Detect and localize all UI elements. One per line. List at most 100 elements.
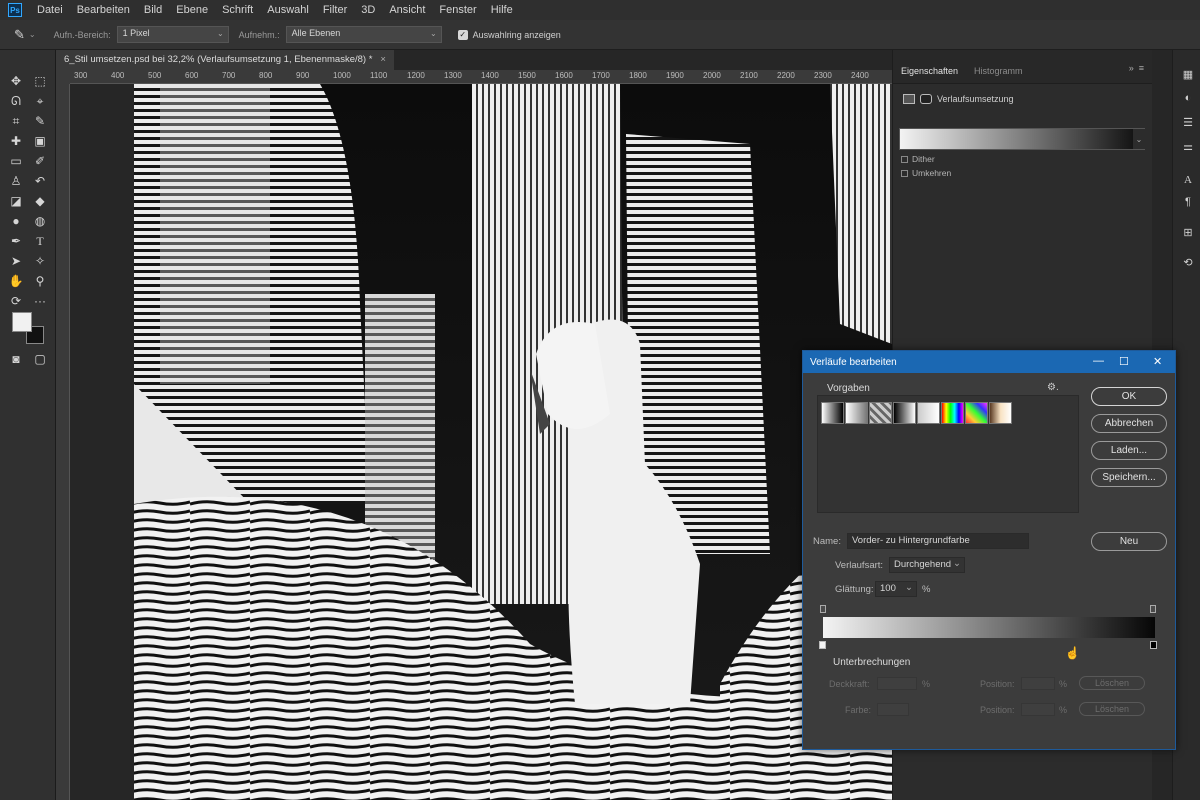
minimize-icon[interactable]: — <box>1093 355 1104 367</box>
properties-icon[interactable]: ☰ <box>1181 116 1195 130</box>
type-tool-icon[interactable]: T <box>31 232 49 250</box>
opacity-stop-right[interactable] <box>1150 605 1156 613</box>
eraser-tool-icon[interactable]: ◪ <box>7 192 25 210</box>
maximize-icon[interactable]: ☐ <box>1119 355 1129 368</box>
path-selection-tool-icon[interactable]: ➤ <box>7 252 25 270</box>
history-icon[interactable]: ⟲ <box>1181 256 1195 270</box>
frame-tool-icon[interactable]: ▭ <box>7 152 25 170</box>
load-button[interactable]: Laden... <box>1091 441 1167 460</box>
ok-button[interactable]: OK <box>1091 387 1167 406</box>
preset-chrome[interactable] <box>893 402 916 424</box>
dodge-tool-icon[interactable]: ◍ <box>31 212 49 230</box>
panel-menu-icon[interactable]: » ≡ <box>1129 63 1144 73</box>
history-brush-tool-icon[interactable]: ↶ <box>31 172 49 190</box>
crop-tool-icon[interactable]: ⌗ <box>7 112 25 130</box>
preset-transparent-rainbow[interactable] <box>965 402 988 424</box>
name-label: Name: <box>813 536 841 547</box>
menu-fenster[interactable]: Fenster <box>432 4 483 16</box>
move-tool-icon[interactable]: ✥ <box>7 72 25 90</box>
screen-mode-icon[interactable]: ▢ <box>31 350 49 368</box>
pen-tool-icon[interactable]: ✒ <box>7 232 25 250</box>
close-icon[interactable]: ✕ <box>1153 355 1162 368</box>
tool-preset-chevron-icon[interactable]: ⌄ <box>29 30 36 39</box>
preset-fg-transparent[interactable] <box>845 402 868 424</box>
preset-copper[interactable] <box>917 402 940 424</box>
menu-3d[interactable]: 3D <box>354 4 382 16</box>
marquee-tool-icon[interactable]: ⬚ <box>31 72 49 90</box>
ruler-tick-label: 700 <box>222 71 236 80</box>
preset-fg-bg[interactable] <box>821 402 844 424</box>
blur-tool-icon[interactable]: ● <box>7 212 25 230</box>
quick-select-tool-icon[interactable]: ⌖ <box>31 92 49 110</box>
sample-size-select[interactable]: 1 Pixel ⌄ <box>116 26 229 43</box>
sample-layers-select[interactable]: Alle Ebenen ⌄ <box>285 26 442 43</box>
menu-bild[interactable]: Bild <box>137 4 169 16</box>
menu-hilfe[interactable]: Hilfe <box>484 4 520 16</box>
document-tab[interactable]: 6_Stil umsetzen.psd bei 32,2% (Verlaufsu… <box>56 50 394 70</box>
canvas-area[interactable] <box>70 84 892 800</box>
info-icon[interactable]: ⊞ <box>1181 226 1195 240</box>
sliders-icon[interactable]: ⚌ <box>1181 140 1195 154</box>
save-button[interactable]: Speichern... <box>1091 468 1167 487</box>
chevron-down-icon: ⌄ <box>216 29 224 38</box>
close-tab-icon[interactable]: × <box>380 54 386 65</box>
eyedropper-tool-icon[interactable]: ✎ <box>31 112 49 130</box>
foreground-color-swatch[interactable] <box>12 312 32 332</box>
paint-bucket-tool-icon[interactable]: ◆ <box>31 192 49 210</box>
gradient-map-preview[interactable]: ⌄ <box>899 128 1145 150</box>
color-stop-right[interactable] <box>1150 641 1157 649</box>
character-icon[interactable]: A <box>1181 174 1195 188</box>
zoom-tool-icon[interactable]: ⚲ <box>31 272 49 290</box>
menu-auswahl[interactable]: Auswahl <box>260 4 316 16</box>
smoothness-input[interactable]: 100 ⌄ <box>875 581 917 597</box>
preset-black-white[interactable] <box>869 402 892 424</box>
vertical-ruler <box>56 84 70 800</box>
brush-tool-icon[interactable]: ✐ <box>31 152 49 170</box>
new-button[interactable]: Neu <box>1091 532 1167 551</box>
eyedropper-icon[interactable]: ✎ <box>14 27 25 43</box>
adjustment-title-row: Verlaufsumsetzung <box>893 88 1152 110</box>
lasso-tool-icon[interactable]: ᘏ <box>7 92 25 110</box>
show-ring-checkbox[interactable]: ✓ <box>457 29 468 40</box>
ruler-tick-label: 2400 <box>851 71 869 80</box>
reverse-checkbox[interactable]: Umkehren <box>901 168 1152 178</box>
sample-label: Aufnehm.: <box>238 29 280 40</box>
cancel-button[interactable]: Abbrechen <box>1091 414 1167 433</box>
preset-spectrum[interactable] <box>941 402 964 424</box>
dither-checkbox[interactable]: Dither <box>901 154 1152 164</box>
hand-tool-icon[interactable]: ✋ <box>7 272 25 290</box>
paragraph-icon[interactable]: ¶ <box>1181 196 1195 210</box>
menu-ansicht[interactable]: Ansicht <box>382 4 432 16</box>
menu-bearbeiten[interactable]: Bearbeiten <box>70 4 137 16</box>
ruler-tick-label: 600 <box>185 71 199 80</box>
gradient-bar[interactable] <box>823 617 1155 638</box>
document-tab-title: 6_Stil umsetzen.psd bei 32,2% (Verlaufsu… <box>64 54 373 65</box>
ruler-tick-label: 800 <box>259 71 273 80</box>
layers-icon[interactable]: ▦ <box>1181 68 1195 82</box>
document-tab-bar: 6_Stil umsetzen.psd bei 32,2% (Verlaufsu… <box>56 50 892 70</box>
presets-gear-icon[interactable]: ⚙. <box>1047 382 1059 393</box>
adjustments-icon[interactable]: ◐ <box>1181 92 1195 106</box>
preset-copper-gold[interactable] <box>989 402 1012 424</box>
shape-tool-icon[interactable]: ✧ <box>31 252 49 270</box>
more-tools-icon[interactable]: ··· <box>31 292 49 310</box>
menu-ebene[interactable]: Ebene <box>169 4 215 16</box>
chevron-down-icon[interactable]: ⌄ <box>1133 129 1145 149</box>
opacity-stop-left[interactable] <box>820 605 826 613</box>
color-stop-left[interactable] <box>819 641 826 649</box>
menu-schrift[interactable]: Schrift <box>215 4 260 16</box>
name-input[interactable]: Vorder- zu Hintergrundfarbe <box>847 533 1029 549</box>
gradient-type-select[interactable]: Durchgehend ⌄ <box>889 557 965 573</box>
dialog-title: Verläufe bearbeiten <box>810 356 897 368</box>
tab-eigenschaften[interactable]: Eigenschaften <box>893 66 966 83</box>
mask-icon[interactable] <box>920 94 932 104</box>
menu-datei[interactable]: Datei <box>30 4 70 16</box>
tab-histogramm[interactable]: Histogramm <box>966 66 1031 83</box>
adjustment-title: Verlaufsumsetzung <box>937 94 1014 104</box>
clone-stamp-tool-icon[interactable]: ♙ <box>7 172 25 190</box>
3d-rotate-tool-icon[interactable]: ⟳ <box>7 292 25 310</box>
patch-tool-icon[interactable]: ▣ <box>31 132 49 150</box>
healing-brush-tool-icon[interactable]: ✚ <box>7 132 25 150</box>
quick-mask-icon[interactable]: ◙ <box>7 350 25 368</box>
menu-filter[interactable]: Filter <box>316 4 354 16</box>
